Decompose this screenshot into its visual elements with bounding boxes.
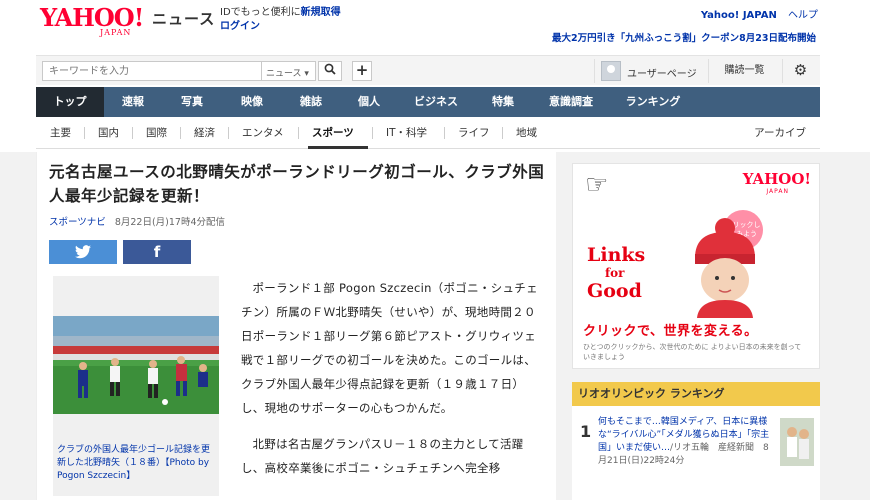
- twitter-icon: [75, 245, 91, 259]
- archive-link[interactable]: アーカイブ: [754, 125, 806, 140]
- category-nav: 主要 国内 国際 経済 エンタメ スポーツ IT・科学 ライフ 地域 アーカイブ: [36, 117, 820, 149]
- signup-link[interactable]: 新規取得: [301, 7, 341, 18]
- links-for-good-ad[interactable]: ☞ YAHOO! JAPAN クリックしてみよう Links for Good …: [572, 163, 820, 369]
- subnav-item-domestic[interactable]: 国内: [98, 125, 119, 140]
- divider: [372, 127, 373, 139]
- article: 元名古屋ユースの北野晴矢がポーランドリーグ初ゴール、クラブ外国人最年少記録を更新…: [36, 152, 556, 500]
- search-category-select[interactable]: ニュース ▾: [262, 61, 316, 81]
- subnav-item-sports[interactable]: スポーツ: [312, 125, 354, 140]
- search-input[interactable]: [42, 61, 262, 81]
- soccer-match-photo[interactable]: [53, 316, 219, 414]
- id-promo: IDでもっと便利に新規取得 ログイン: [220, 6, 341, 34]
- article-paragraph: 北野は名古屋グランパスＵ－１８の主力として活躍し、高校卒業後にポゴニ・シュチェチ…: [241, 437, 524, 475]
- facebook-icon: f: [153, 243, 161, 261]
- user-page-label: ユーザーページ: [627, 69, 697, 80]
- divider: [180, 127, 181, 139]
- promo-text: IDでもっと便利に: [220, 7, 301, 18]
- divider: [132, 127, 133, 139]
- olympics-ranking: リオオリンピック ランキング 1 何もそこまで…韓国メディア、日本に異様な“ライ…: [572, 382, 820, 500]
- divider: [228, 127, 229, 139]
- article-paragraph: ポーランド１部 Pogon Szczecin（ポゴニ・シュチェチン）所属のＦＷ北…: [241, 281, 538, 415]
- subnav-item-international[interactable]: 国際: [146, 125, 167, 140]
- search-bar: ニュース ▾ + ユーザーページ 購読一覧 ⚙: [36, 55, 820, 85]
- subnav-item-region[interactable]: 地域: [516, 125, 537, 140]
- active-tab-indicator: [308, 146, 368, 149]
- ranking-thumbnail[interactable]: [780, 418, 814, 466]
- nav-item-personal[interactable]: 個人: [340, 87, 398, 117]
- child-illustration: [695, 218, 755, 318]
- article-byline: スポーツナビ 8月22日(月)17時4分配信: [49, 214, 225, 228]
- add-button[interactable]: +: [352, 61, 372, 81]
- search-icon[interactable]: [318, 61, 342, 81]
- article-photo-box: クラブの外国人最年少ゴール記録を更新した北野晴矢（１８番）【Photo by P…: [53, 276, 219, 496]
- facebook-share-button[interactable]: f: [123, 240, 191, 264]
- logo-japan-text: JAPAN: [100, 28, 132, 37]
- ranking-item[interactable]: 何もそこまで…韓国メディア、日本に異様な“ライバル心”「メダル獲らぬ日本」「宗主…: [598, 416, 770, 468]
- ad-japan-text: JAPAN: [766, 188, 789, 195]
- divider: [502, 127, 503, 139]
- subscription-list-link[interactable]: 購読一覧: [708, 59, 780, 83]
- rank-number: 1: [580, 422, 592, 441]
- help-link[interactable]: ヘルプ: [788, 10, 818, 21]
- article-source-link[interactable]: スポーツナビ: [49, 217, 106, 228]
- nav-item-feature[interactable]: 特集: [474, 87, 532, 117]
- nav-item-ranking[interactable]: ランキング: [610, 87, 696, 117]
- divider: [84, 127, 85, 139]
- ad-cta-text: クリックで、世界を変える。: [583, 324, 758, 339]
- ad-good-word: Good: [587, 280, 642, 302]
- subnav-item-main[interactable]: 主要: [50, 125, 71, 140]
- article-headline: 元名古屋ユースの北野晴矢がポーランドリーグ初ゴール、クラブ外国人最年少記録を更新…: [49, 163, 545, 205]
- article-body: ポーランド１部 Pogon Szczecin（ポゴニ・シュチェチン）所属のＦＷ北…: [241, 276, 541, 492]
- ad-for-word: for: [605, 266, 625, 280]
- yahoo-japan-link[interactable]: Yahoo! JAPAN: [701, 10, 777, 21]
- top-right-links: Yahoo! JAPAN ヘルプ: [701, 6, 818, 21]
- ad-small-text: ひとつのクリックから、次世代のために よりよい日本の未来を創っていきましょう: [583, 343, 802, 361]
- nav-item-breaking[interactable]: 速報: [104, 87, 162, 117]
- divider: [444, 127, 445, 139]
- subnav-item-economy[interactable]: 経済: [194, 125, 215, 140]
- coupon-banner-link[interactable]: 最大2万円引き「九州ふっこう割」クーポン8月23日配布開始: [552, 30, 816, 44]
- main-nav: トップ 速報 写真 映像 雑誌 個人 ビジネス 特集 意識調査 ランキング: [36, 87, 820, 117]
- nav-item-survey[interactable]: 意識調査: [532, 87, 610, 117]
- ranking-header[interactable]: リオオリンピック ランキング: [572, 382, 820, 406]
- logo-news-text[interactable]: ニュース: [152, 8, 215, 29]
- article-date: 8月22日(月)17時4分配信: [114, 217, 226, 228]
- gear-icon[interactable]: ⚙: [782, 59, 818, 83]
- photo-caption[interactable]: クラブの外国人最年少ゴール記録を更新した北野晴矢（１８番）【Photo by P…: [57, 444, 217, 483]
- user-page-link[interactable]: ユーザーページ: [594, 59, 708, 83]
- subnav-item-life[interactable]: ライフ: [458, 125, 490, 140]
- nav-item-business[interactable]: ビジネス: [398, 87, 474, 117]
- pointing-hand-icon: ☞: [585, 170, 609, 200]
- subnav-item-it-science[interactable]: IT・科学: [386, 125, 427, 140]
- ad-yahoo-logo: YAHOO!: [742, 170, 811, 188]
- nav-item-top[interactable]: トップ: [36, 87, 104, 117]
- avatar: [601, 61, 621, 81]
- twitter-share-button[interactable]: [49, 240, 117, 264]
- subnav-item-entertainment[interactable]: エンタメ: [242, 125, 284, 140]
- login-link[interactable]: ログイン: [220, 20, 341, 34]
- nav-item-photo[interactable]: 写真: [162, 87, 222, 117]
- nav-item-magazine[interactable]: 雑誌: [282, 87, 340, 117]
- site-header: YAHOO! JAPAN ニュース IDでもっと便利に新規取得 ログイン Yah…: [0, 0, 870, 54]
- yahoo-logo[interactable]: YAHOO! JAPAN: [40, 6, 156, 38]
- logo-yahoo-text: YAHOO!: [40, 3, 144, 32]
- links-for-good-logo: Links for Good: [587, 244, 667, 302]
- nav-item-video[interactable]: 映像: [222, 87, 282, 117]
- divider: [298, 127, 299, 139]
- ad-links-word: Links: [587, 244, 646, 266]
